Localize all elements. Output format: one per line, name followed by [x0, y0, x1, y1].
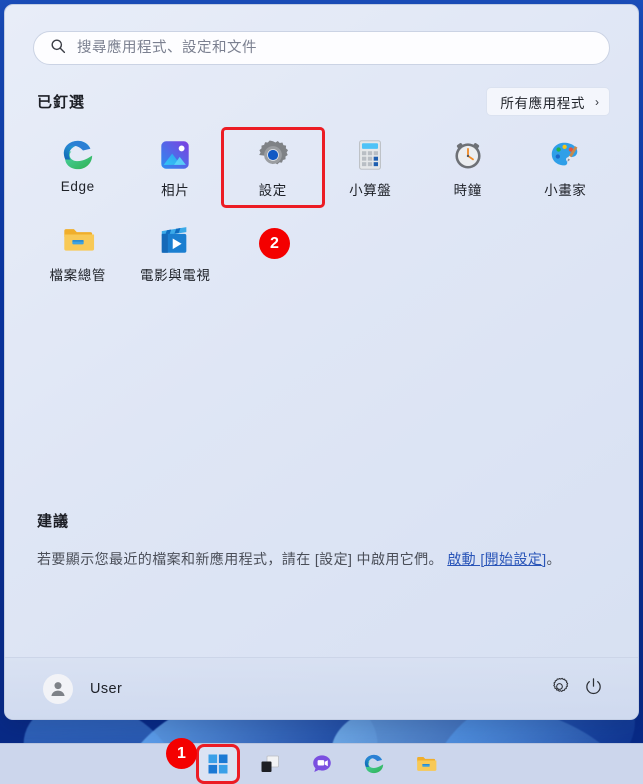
step-marker-2: 2	[259, 228, 290, 259]
app-label: Edge	[60, 179, 95, 194]
edge-button[interactable]	[355, 747, 393, 781]
movies-tv-icon	[162, 227, 187, 253]
windows-logo-icon	[208, 754, 227, 774]
start-menu-panel: 搜尋應用程式、設定和文件 已釘選 所有應用程式 › Edge 相片 設定 小算盤…	[4, 4, 639, 720]
clock-icon	[455, 143, 481, 169]
taskbar	[0, 743, 643, 784]
chat-button[interactable]	[303, 747, 341, 781]
task-view-icon	[261, 755, 279, 772]
app-tile-edge[interactable]: Edge	[29, 130, 127, 205]
recommended-title: 建議	[37, 513, 70, 530]
settings-gear-icon	[258, 140, 288, 165]
all-apps-label: 所有應用程式	[500, 95, 585, 111]
app-tile-clock[interactable]: 時鐘	[419, 130, 517, 205]
task-view-button[interactable]	[251, 747, 289, 781]
app-tile-paint[interactable]: 小畫家	[517, 130, 615, 205]
search-row: 搜尋應用程式、設定和文件	[5, 5, 638, 65]
start-settings-link[interactable]: 啟動 [開始設定]	[447, 551, 546, 567]
pinned-section-title: 已釘選	[37, 94, 86, 111]
photos-icon	[161, 141, 189, 169]
app-label: 小畫家	[544, 183, 587, 198]
search-input[interactable]: 搜尋應用程式、設定和文件	[33, 31, 610, 65]
folder-icon	[416, 756, 436, 771]
power-button[interactable]	[576, 672, 610, 706]
file-explorer-button[interactable]	[407, 747, 445, 781]
avatar-icon	[43, 673, 73, 704]
settings-button[interactable]	[542, 672, 576, 706]
app-label: 電影與電視	[140, 268, 211, 283]
edge-icon	[364, 754, 383, 774]
app-tile-movies-tv[interactable]: 電影與電視	[127, 215, 225, 290]
chevron-right-icon: ›	[595, 94, 599, 109]
gear-icon	[550, 677, 569, 701]
recommended-body-suffix: 。	[546, 551, 561, 567]
paint-palette-icon	[552, 142, 578, 166]
user-name-label: User	[90, 680, 123, 697]
recommended-section: 建議 若要顯示您最近的檔案和新應用程式，請在 [設定] 中啟用它們。 啟動 [開…	[5, 510, 638, 572]
app-label: 檔案總管	[49, 268, 106, 283]
app-label: 相片	[161, 183, 190, 198]
pinned-apps-grid: Edge 相片 設定 小算盤 時鐘 小畫家 檔案總管 電影與電視	[5, 116, 638, 290]
recommended-body-text: 若要顯示您最近的檔案和新應用程式，請在 [設定] 中啟用它們。	[37, 551, 443, 567]
app-tile-calculator[interactable]: 小算盤	[322, 130, 420, 205]
search-placeholder-text: 搜尋應用程式、設定和文件	[77, 39, 257, 56]
edge-icon	[63, 140, 92, 170]
app-label: 小算盤	[349, 183, 392, 198]
user-account-button[interactable]: User	[43, 673, 123, 704]
app-label: 時鐘	[453, 183, 482, 198]
calculator-icon	[359, 140, 382, 170]
app-tile-photos[interactable]: 相片	[127, 130, 225, 205]
pinned-header: 已釘選 所有應用程式 ›	[5, 65, 638, 116]
recommended-empty-text: 若要顯示您最近的檔案和新應用程式，請在 [設定] 中啟用它們。 啟動 [開始設定…	[37, 547, 608, 572]
power-icon	[584, 677, 603, 701]
all-apps-button[interactable]: 所有應用程式 ›	[486, 87, 610, 116]
folder-icon	[64, 229, 94, 251]
chat-video-icon	[312, 755, 331, 772]
search-icon	[50, 38, 66, 59]
app-tile-file-explorer[interactable]: 檔案總管	[29, 215, 127, 290]
user-bar: User	[5, 657, 638, 719]
app-tile-settings[interactable]: 設定	[221, 127, 325, 208]
app-label: 設定	[258, 183, 287, 198]
step-marker-1: 1	[166, 738, 197, 769]
start-button[interactable]	[195, 744, 240, 784]
